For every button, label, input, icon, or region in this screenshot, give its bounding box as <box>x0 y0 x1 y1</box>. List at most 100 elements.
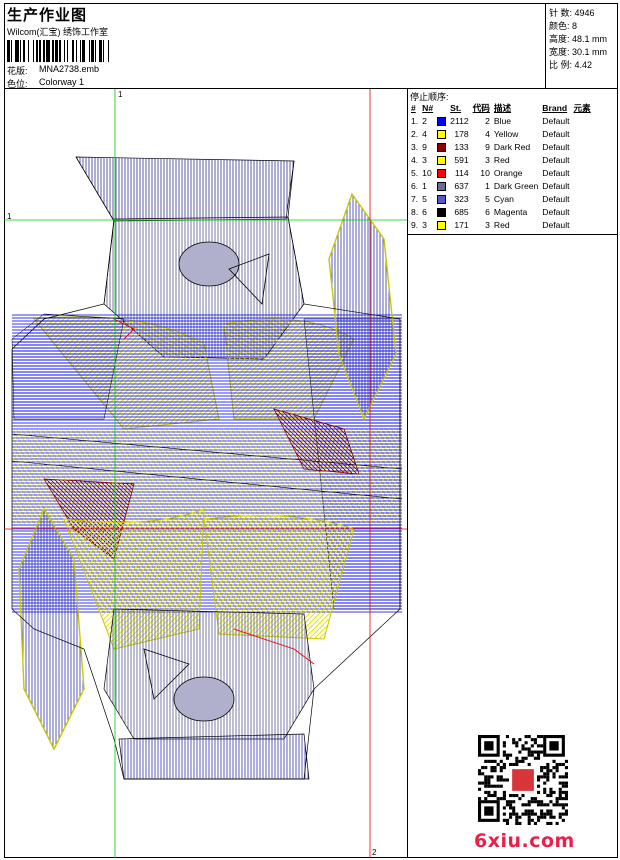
row-index: 9. <box>411 219 419 230</box>
row-brand: Default <box>542 128 570 139</box>
row-n: 1 <box>422 180 427 191</box>
row-code: 9 <box>485 141 490 152</box>
page-title: 生产作业图 <box>7 7 88 24</box>
table-row: 6. 1 637 1 Dark Green Default <box>409 179 593 192</box>
col-index: # <box>411 102 416 113</box>
qr-code <box>478 735 568 825</box>
row-brand: Default <box>542 193 570 204</box>
color-swatch-icon <box>437 116 447 126</box>
colorway-label: 色位: <box>7 79 28 89</box>
row-stitches: 591 <box>454 154 469 165</box>
row-stitches: 2112 <box>450 115 469 126</box>
row-element <box>572 166 593 179</box>
table-row: 2. 4 178 4 Yellow Default <box>409 127 593 140</box>
col-brand: Brand <box>542 102 568 113</box>
row-stitches: 171 <box>454 219 469 230</box>
row-brand: Default <box>542 180 570 191</box>
row-element <box>572 205 593 218</box>
stats-panel: 针 数: 4946 颜色: 8 高度: 48.1 mm 宽度: 30.1 mm … <box>546 3 618 89</box>
row-code: 4 <box>485 128 490 139</box>
row-n: 9 <box>422 141 427 152</box>
color-swatch-icon <box>437 168 447 178</box>
stop-sequence-table: # N# St. 代码 描述 Brand 元素 1. 2 2112 2 Blue Defa… <box>409 101 593 231</box>
row-desc: Blue <box>493 115 512 126</box>
color-swatch-icon <box>437 207 447 217</box>
row-index: 1. <box>411 115 419 126</box>
row-element <box>572 127 593 140</box>
row-brand: Default <box>542 219 570 230</box>
row-stitches: 114 <box>454 167 469 178</box>
table-row: 8. 6 685 6 Magenta Default <box>409 205 593 218</box>
row-element <box>572 140 593 153</box>
barcode <box>7 40 145 62</box>
row-n: 3 <box>422 154 427 165</box>
row-n: 10 <box>422 167 432 178</box>
colorway-value: Colorway 1 <box>39 77 85 87</box>
row-desc: Cyan <box>493 193 514 204</box>
row-code: 3 <box>485 219 490 230</box>
col-stitches: St. <box>450 102 462 113</box>
row-brand: Default <box>542 206 570 217</box>
watermark-logo: 6xiu.com <box>474 830 575 852</box>
embroidery-design: 1 1 2 <box>4 89 407 858</box>
row-n: 5 <box>422 193 427 204</box>
color-swatch-icon <box>437 181 447 191</box>
color-swatch <box>435 153 448 166</box>
table-row: 9. 3 171 3 Red Default <box>409 218 593 231</box>
color-swatch <box>435 218 448 231</box>
color-swatch <box>435 179 448 192</box>
row-n: 6 <box>422 206 427 217</box>
table-row: 5. 10 114 10 Orange Default <box>409 166 593 179</box>
stat-scale: 比 例: 4.42 <box>549 60 593 70</box>
table-row: 7. 5 323 5 Cyan Default <box>409 192 593 205</box>
guide-label-v2: 2 <box>372 848 377 857</box>
row-index: 4. <box>411 154 419 165</box>
stat-width: 宽度: 30.1 mm <box>549 47 608 57</box>
row-stitches: 133 <box>454 141 469 152</box>
row-desc: Orange <box>493 167 523 178</box>
row-desc: Dark Green <box>493 180 539 191</box>
subtitle: Wilcom(汇宝) 绣饰工作室 <box>7 27 108 37</box>
stop-sequence-panel: 停止顺序: # N# St. 代码 描述 Brand 元素 1. 2 2112 2 Bl… <box>408 89 618 235</box>
row-index: 6. <box>411 180 419 191</box>
row-element <box>572 153 593 166</box>
row-element <box>572 114 593 127</box>
row-desc: Red <box>493 219 510 230</box>
row-element <box>572 218 593 231</box>
col-code: 代码 <box>472 102 490 113</box>
row-desc: Red <box>493 154 510 165</box>
color-swatch <box>435 166 448 179</box>
color-swatch-icon <box>437 220 447 230</box>
design-label: 花版: <box>7 66 28 76</box>
row-index: 7. <box>411 193 419 204</box>
table-row: 3. 9 133 9 Dark Red Default <box>409 140 593 153</box>
row-index: 8. <box>411 206 419 217</box>
row-brand: Default <box>542 154 570 165</box>
color-swatch-icon <box>437 129 447 139</box>
row-desc: Magenta <box>493 206 528 217</box>
color-swatch-icon <box>437 142 447 152</box>
table-row: 4. 3 591 3 Red Default <box>409 153 593 166</box>
design-row: 花版: MNA2738.emb <box>7 64 99 77</box>
row-element <box>572 179 593 192</box>
col-desc: 描述 <box>493 102 512 113</box>
row-desc: Dark Red <box>493 141 531 152</box>
stat-height: 高度: 48.1 mm <box>549 34 608 44</box>
guide-label-v1: 1 <box>118 90 123 99</box>
row-n: 3 <box>422 219 427 230</box>
row-index: 2. <box>411 128 419 139</box>
row-element <box>572 192 593 205</box>
row-code: 10 <box>480 167 490 178</box>
col-swatch <box>435 101 448 114</box>
row-brand: Default <box>542 115 570 126</box>
row-brand: Default <box>542 141 570 152</box>
row-stitches: 637 <box>454 180 469 191</box>
row-index: 3. <box>411 141 419 152</box>
row-code: 6 <box>485 206 490 217</box>
design-value: MNA2738.emb <box>39 64 100 74</box>
color-swatch <box>435 140 448 153</box>
color-swatch <box>435 205 448 218</box>
color-swatch-icon <box>437 194 447 204</box>
stat-colors: 颜色: 8 <box>549 21 578 31</box>
row-index: 5. <box>411 167 419 178</box>
